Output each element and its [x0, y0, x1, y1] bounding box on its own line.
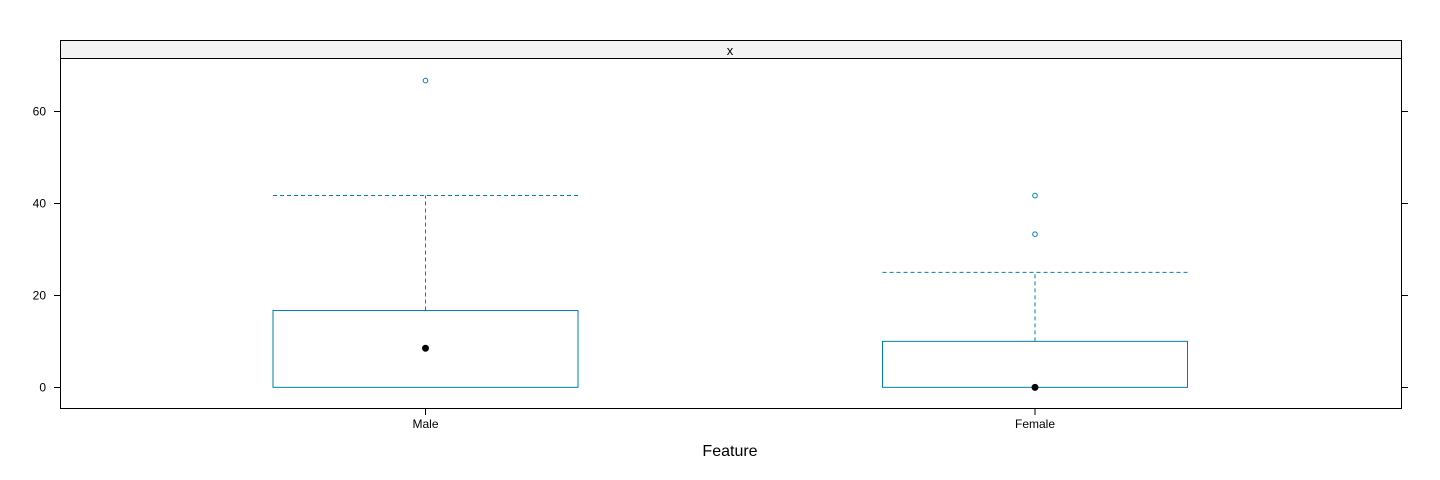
x-category-label: Male — [412, 417, 438, 431]
box-female — [882, 192, 1188, 391]
box-male — [272, 77, 579, 388]
median-dot — [1031, 383, 1039, 391]
strip-label: x — [727, 43, 734, 58]
y-tick-label: 20 — [33, 289, 47, 303]
outlier-point — [1032, 231, 1038, 237]
boxes-layer — [272, 77, 1188, 391]
plot-frame — [60, 58, 1402, 409]
x-category-label: Female — [1015, 417, 1055, 431]
y-tick-label: 40 — [33, 197, 47, 211]
median-dot — [422, 344, 429, 352]
boxplot-chart: x 0 20 40 60 Male Female Feature — [33, 40, 1408, 460]
y-axis: 0 20 40 60 — [33, 105, 1408, 395]
x-axis-title: Feature — [702, 443, 757, 460]
y-tick-label: 60 — [33, 105, 47, 119]
x-axis-categories: Male Female — [412, 408, 1055, 431]
y-tick-label: 0 — [39, 381, 46, 395]
iqr-box — [882, 340, 1188, 388]
outlier-point — [1032, 192, 1038, 199]
outlier-point — [422, 77, 429, 84]
